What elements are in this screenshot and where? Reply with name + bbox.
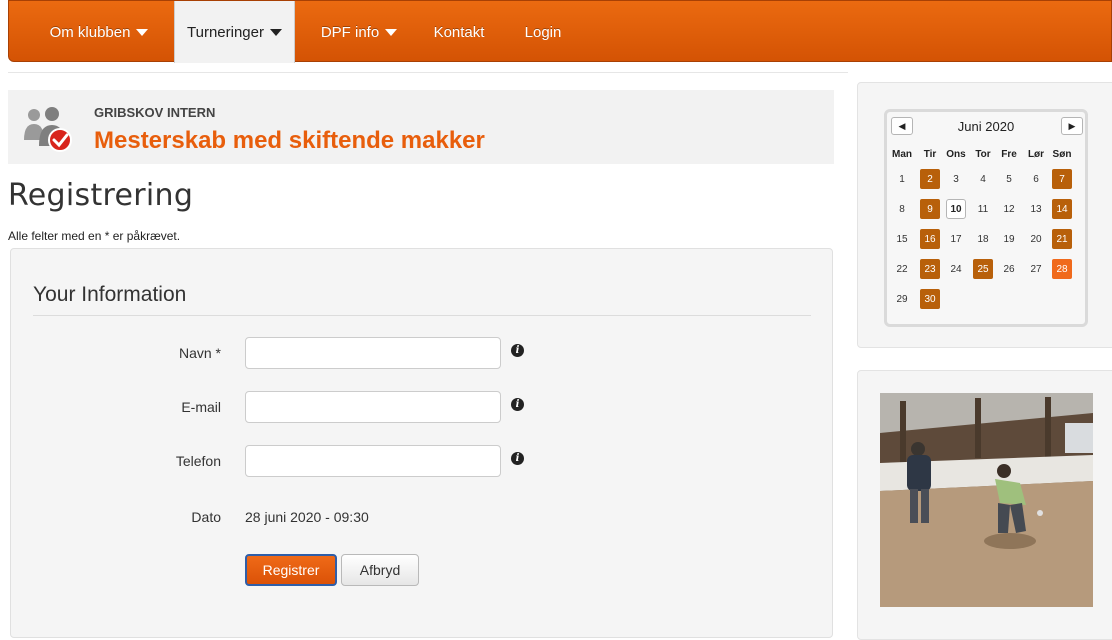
nav-login[interactable]: Login (515, 1, 571, 63)
nav-label: Kontakt (433, 23, 485, 41)
calendar-day[interactable]: 14 (1052, 199, 1072, 219)
calendar-day[interactable]: 19 (999, 229, 1019, 249)
tournament-header: GRIBSKOV INTERN Mesterskab med skiftende… (8, 90, 834, 164)
calendar-day[interactable]: 15 (892, 229, 912, 249)
calendar-day[interactable]: 27 (1026, 259, 1046, 279)
nav-kontakt[interactable]: Kontakt (423, 1, 495, 63)
register-button[interactable]: Registrer (245, 554, 337, 586)
phone-input[interactable] (245, 445, 501, 477)
weekday-header: Søn (1052, 149, 1072, 160)
calendar-day[interactable]: 9 (920, 199, 940, 219)
nav-label: DPF info (320, 23, 380, 41)
nav-om-klubben[interactable]: Om klubben (29, 1, 169, 63)
calendar-day[interactable]: 23 (920, 259, 940, 279)
date-label: Dato (191, 509, 221, 525)
caret-down-icon (385, 28, 398, 36)
photo-panel (857, 370, 1112, 640)
tournament-title: Mesterskab med skiftende makker (94, 127, 485, 154)
calendar-day[interactable]: 3 (946, 169, 966, 189)
weekday-header: Fre (1001, 149, 1017, 160)
page-title: Registrering (8, 178, 194, 213)
nav-turneringer[interactable]: Turneringer (174, 1, 295, 63)
date-value: 28 juni 2020 - 09:30 (245, 509, 369, 525)
next-month-icon[interactable]: ▶ (1061, 117, 1083, 135)
divider (8, 72, 848, 73)
email-input[interactable] (245, 391, 501, 423)
required-note: Alle felter med en * er påkrævet. (8, 229, 181, 243)
nav-label: Om klubben (49, 23, 131, 41)
weekday-header: Tor (975, 149, 991, 160)
legend-divider (33, 315, 811, 316)
calendar-day[interactable]: 25 (973, 259, 993, 279)
calendar-panel: ◀ Juni 2020 ▶ Man Tir Ons Tor Fre Lør Søn 1 2 3 4 5… (857, 82, 1112, 348)
weekday-header: Tir (923, 149, 937, 160)
calendar-day[interactable]: 20 (1026, 229, 1046, 249)
calendar-day[interactable]: 6 (1026, 169, 1046, 189)
caret-down-icon (269, 28, 282, 36)
weekday-header: Man (892, 149, 912, 160)
name-input[interactable] (245, 337, 501, 369)
weekday-header: Ons (946, 149, 966, 160)
nav-dpf-info[interactable]: DPF info (309, 1, 409, 63)
calendar-day[interactable]: 5 (999, 169, 1019, 189)
info-icon[interactable]: i (511, 452, 524, 465)
calendar-month: Juni 2020 (957, 119, 1015, 134)
cancel-button[interactable]: Afbryd (341, 554, 419, 586)
phone-label: Telefon (175, 453, 221, 469)
calendar-day[interactable]: 10 (946, 199, 966, 219)
calendar-day[interactable]: 7 (1052, 169, 1072, 189)
calendar-day[interactable]: 30 (920, 289, 940, 309)
calendar-day[interactable]: 21 (1052, 229, 1072, 249)
calendar-day[interactable]: 26 (999, 259, 1019, 279)
tournament-subtitle: GRIBSKOV INTERN (94, 105, 216, 120)
registration-form: Your Information Navn * i E-mail i Telef… (10, 248, 833, 638)
info-icon[interactable]: i (511, 344, 524, 357)
nav-label: Login (524, 23, 562, 41)
calendar-day[interactable]: 12 (999, 199, 1019, 219)
calendar-day[interactable]: 28 (1052, 259, 1072, 279)
calendar-day[interactable]: 18 (973, 229, 993, 249)
petanque-photo[interactable] (880, 393, 1093, 607)
calendar-day[interactable]: 13 (1026, 199, 1046, 219)
calendar-day[interactable]: 17 (946, 229, 966, 249)
users-check-icon (24, 107, 72, 152)
top-navbar: Om klubben Turneringer DPF info Kontakt … (8, 0, 1112, 63)
calendar-day[interactable]: 16 (920, 229, 940, 249)
name-label: Navn * (178, 345, 221, 361)
calendar-day[interactable]: 22 (892, 259, 912, 279)
nav-label: Turneringer (187, 23, 264, 41)
weekday-header: Lør (1027, 149, 1045, 160)
email-label: E-mail (181, 399, 221, 415)
calendar-day[interactable]: 11 (973, 199, 993, 219)
info-icon[interactable]: i (511, 398, 524, 411)
calendar-widget: ◀ Juni 2020 ▶ Man Tir Ons Tor Fre Lør Søn 1 2 3 4 5… (884, 109, 1088, 327)
form-legend: Your Information (33, 283, 187, 306)
calendar-day[interactable]: 8 (892, 199, 912, 219)
caret-down-icon (136, 28, 149, 36)
calendar-day[interactable]: 24 (946, 259, 966, 279)
calendar-day[interactable]: 29 (892, 289, 912, 309)
calendar-day[interactable]: 1 (892, 169, 912, 189)
calendar-day[interactable]: 2 (920, 169, 940, 189)
calendar-day[interactable]: 4 (973, 169, 993, 189)
